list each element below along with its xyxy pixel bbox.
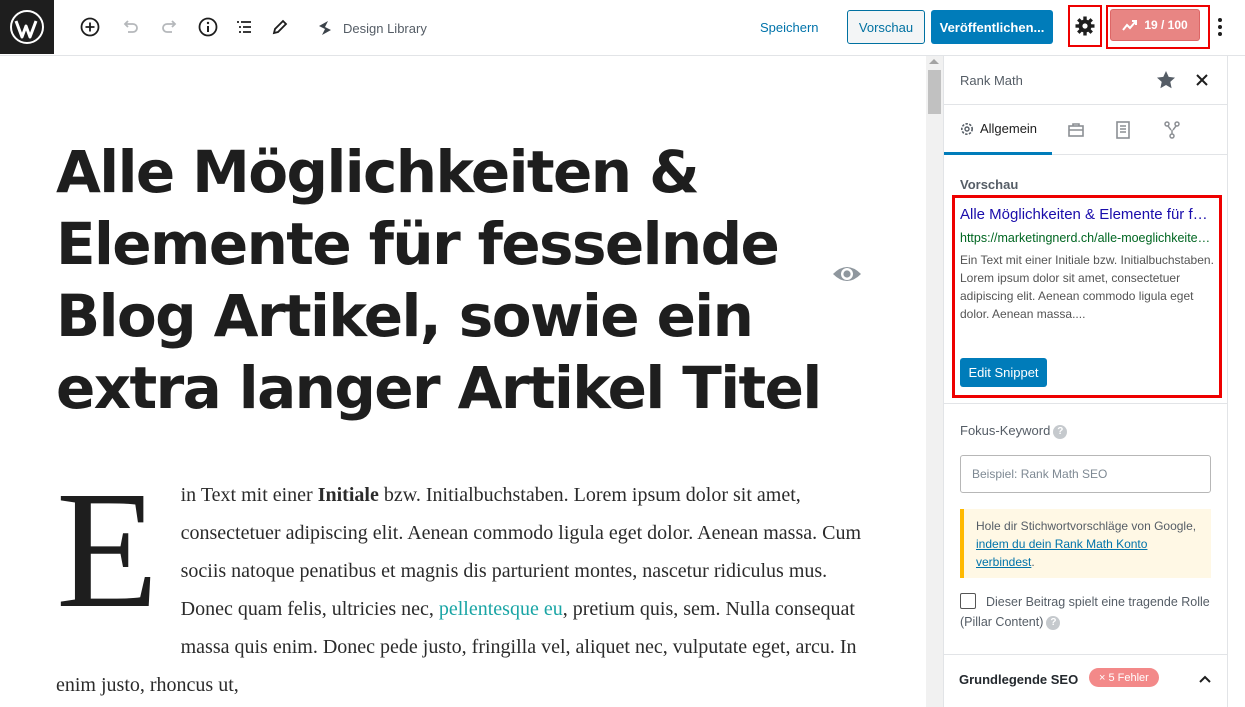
keyword-suggestion-notice: Hole dir Stichwortvorschläge von Google,…: [960, 509, 1211, 578]
help-icon[interactable]: ?: [1046, 615, 1061, 630]
editor-canvas: Alle Möglichkeiten & Elemente für fessel…: [0, 56, 926, 707]
block-navigation-icon[interactable]: [232, 14, 256, 40]
section-divider: [944, 403, 1227, 404]
error-count-badge: × 5 Fehler: [1089, 668, 1159, 687]
bold-text: Initiale: [317, 484, 379, 506]
rank-math-score-button[interactable]: 19 / 100: [1110, 9, 1200, 41]
focus-keyword-input[interactable]: [960, 455, 1211, 493]
rank-math-sidebar: Rank Math Allgemein Vorschau Alle Möglic…: [943, 56, 1228, 707]
edit-snippet-button[interactable]: Edit Snippet: [960, 358, 1047, 387]
editor-scrollbar[interactable]: [926, 56, 943, 707]
tab-schema-document-icon[interactable]: [1113, 120, 1133, 140]
chevron-up-icon: [1197, 671, 1213, 687]
paragraph-block[interactable]: Ein Text mit einer Initiale bzw. Initial…: [56, 457, 866, 704]
pillar-content-option: Dieser Beitrag spielt eine tragende Roll…: [960, 592, 1216, 632]
rank-math-chart-icon: [1122, 20, 1138, 31]
settings-icon: [960, 122, 973, 135]
more-options-icon[interactable]: [1212, 14, 1228, 40]
info-icon[interactable]: [196, 14, 220, 40]
snippet-title[interactable]: Alle Möglichkeiten & Elemente für fessel…: [960, 206, 1214, 223]
sidebar-title: Rank Math: [960, 73, 1023, 88]
preview-button[interactable]: Vorschau: [847, 10, 925, 44]
focus-keyword-label: Fokus-Keyword?: [960, 423, 1068, 439]
preview-label: Vorschau: [960, 177, 1019, 192]
notice-text-end: .: [1031, 555, 1035, 569]
gear-icon: [1075, 16, 1095, 36]
paragraph-link[interactable]: pellentesque eu: [439, 598, 563, 620]
focus-keyword-text: Fokus-Keyword: [960, 423, 1051, 438]
connect-account-link[interactable]: indem du dein Rank Math Konto verbindest: [976, 537, 1147, 569]
basic-seo-panel-toggle[interactable]: Grundlegende SEO × 5 Fehler: [944, 654, 1227, 707]
snippet-url: https://marketingnerd.ch/alle-moeglichke…: [960, 231, 1214, 245]
design-library-label: Design Library: [343, 20, 427, 36]
settings-gear-button[interactable]: [1068, 5, 1102, 47]
edit-pencil-icon[interactable]: [268, 14, 292, 40]
basic-seo-title: Grundlegende SEO: [959, 672, 1079, 687]
save-draft-link[interactable]: Speichern: [760, 20, 819, 35]
eye-icon[interactable]: [831, 262, 863, 286]
tab-social-share-icon[interactable]: [1162, 120, 1182, 140]
design-library-icon: [319, 21, 331, 35]
star-icon[interactable]: [1155, 69, 1177, 91]
snippet-description: Ein Text mit einer Initiale bzw. Initial…: [960, 253, 1214, 321]
notice-text: Hole dir Stichwortvorschläge von Google,: [976, 519, 1197, 533]
sidebar-header: Rank Math: [944, 56, 1227, 105]
design-library-button[interactable]: Design Library: [316, 17, 427, 39]
tab-advanced-briefcase-icon[interactable]: [1066, 120, 1086, 140]
tab-general[interactable]: Allgemein: [944, 105, 1052, 155]
scrollbar-thumb[interactable]: [928, 70, 941, 114]
wordpress-logo-icon[interactable]: [0, 0, 54, 54]
publish-button[interactable]: Veröffentlichen...: [931, 10, 1053, 44]
post-title[interactable]: Alle Möglichkeiten & Elemente für fessel…: [56, 136, 836, 424]
drop-cap: E: [56, 457, 159, 643]
pillar-content-label: Dieser Beitrag spielt eine tragende Roll…: [960, 595, 1210, 629]
paragraph-text: in Text mit einer: [180, 484, 318, 506]
help-icon[interactable]: ?: [1053, 424, 1068, 439]
sidebar-tabs: Allgemein: [944, 105, 1227, 155]
seo-score-value: 19 / 100: [1144, 18, 1188, 32]
redo-icon[interactable]: [158, 14, 182, 40]
tab-general-label: Allgemein: [979, 121, 1038, 136]
close-icon[interactable]: [1194, 72, 1210, 88]
add-block-icon[interactable]: [78, 14, 102, 40]
editor-toolbar: Design Library Speichern Vorschau Veröff…: [0, 0, 1245, 56]
pillar-content-checkbox[interactable]: [960, 593, 976, 609]
scroll-up-arrow-icon[interactable]: [929, 59, 939, 64]
undo-icon[interactable]: [118, 14, 142, 40]
